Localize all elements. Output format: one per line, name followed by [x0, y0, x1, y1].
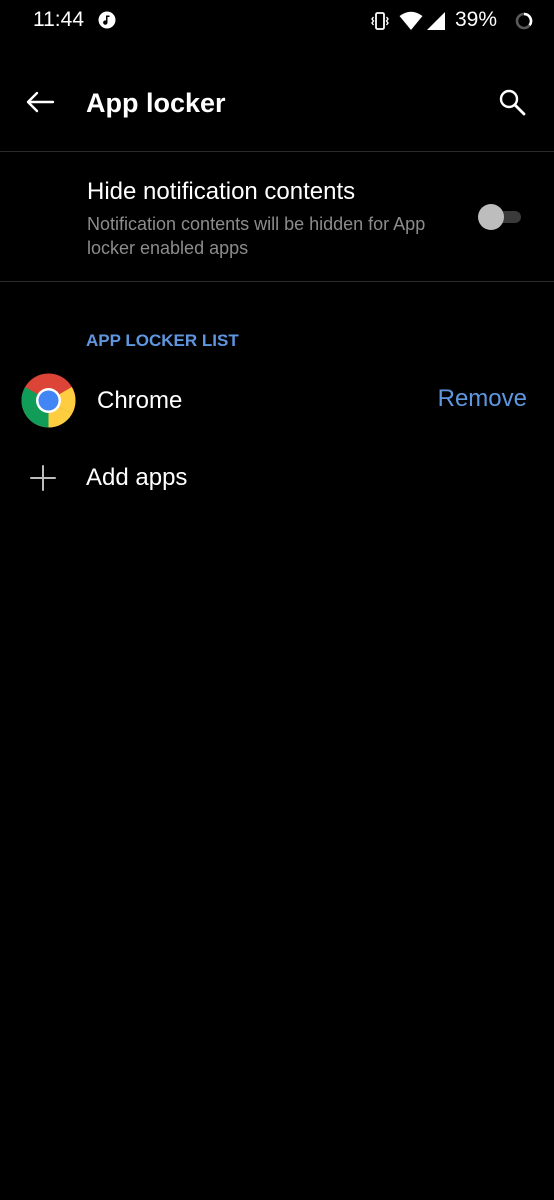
list-item: Chrome Remove — [0, 366, 554, 436]
section-header: APP LOCKER LIST — [86, 331, 239, 350]
hide-notification-setting[interactable]: Hide notification contents Notification … — [0, 152, 554, 281]
setting-summary: Notification contents will be hidden for… — [87, 214, 426, 258]
toggle-thumb — [478, 204, 504, 230]
status-bar: 11:44 39% — [0, 0, 554, 44]
chrome-icon — [21, 373, 76, 428]
toolbar: App locker — [0, 64, 554, 148]
back-arrow-icon — [25, 90, 55, 119]
search-icon — [497, 87, 527, 122]
app-name: Chrome — [97, 387, 183, 414]
setting-title: Hide notification contents — [87, 178, 356, 205]
status-time: 11:44 — [33, 8, 84, 31]
battery-percentage: 39% — [455, 8, 498, 31]
signal-icon — [426, 11, 446, 36]
page-title: App locker — [86, 88, 226, 118]
back-button[interactable] — [14, 78, 66, 130]
add-apps-button[interactable]: Add apps — [0, 446, 554, 512]
divider — [0, 281, 554, 282]
battery-icon — [514, 11, 534, 36]
search-button[interactable] — [486, 78, 538, 130]
status-icons: 39% — [364, 0, 554, 44]
wifi-icon — [399, 11, 423, 36]
hide-notification-toggle[interactable] — [477, 204, 523, 230]
plus-icon — [29, 464, 57, 492]
vibrate-icon — [371, 11, 389, 36]
add-apps-label: Add apps — [86, 464, 188, 491]
music-note-icon — [98, 11, 116, 29]
remove-button[interactable]: Remove — [438, 385, 527, 413]
